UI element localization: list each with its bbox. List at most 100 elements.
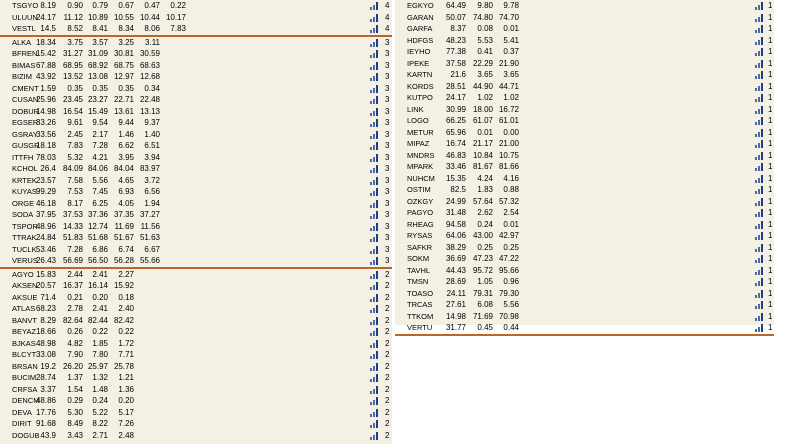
signal-bars-icon[interactable] (755, 255, 763, 263)
table-row[interactable]: GUSGR 18.18 7.83 7.28 6.62 6.51 3 (0, 140, 392, 152)
table-row[interactable]: MNDRS 46.83 10.84 10.75 1 (395, 150, 774, 162)
table-row[interactable]: BLCYT 33.08 7.90 7.80 7.71 2 (0, 349, 392, 361)
signal-bars-icon[interactable] (755, 140, 763, 148)
table-row[interactable]: LINK 30.99 18.00 16.72 1 (395, 104, 774, 116)
signal-bars-icon[interactable] (370, 38, 378, 47)
table-row[interactable]: LOGO 66.25 61.07 61.01 1 (395, 115, 774, 127)
signal-bars-icon[interactable] (755, 59, 763, 68)
table-row[interactable]: TRCAS 27.61 6.08 5.56 1 (395, 299, 774, 311)
signal-bars-icon[interactable] (370, 257, 378, 265)
signal-bars-icon[interactable] (370, 351, 378, 359)
table-row[interactable]: SOKM 36.69 47.23 47.22 1 (395, 253, 774, 265)
signal-bars-icon[interactable] (370, 50, 378, 58)
table-row[interactable]: RHEAG 94.58 0.24 0.01 1 (395, 219, 774, 231)
table-row[interactable]: ULUUN 24.17 11.12 10.89 10.55 10.44 10.17 4 (0, 12, 392, 24)
table-row[interactable]: AKSUE 71.4 0.21 0.20 0.18 2 (0, 292, 392, 304)
table-row[interactable]: DOGUB 43.9 3.43 2.71 2.48 2 (0, 430, 392, 442)
table-row[interactable]: ALKA 18.34 3.75 3.57 3.25 3.11 3 (0, 37, 392, 49)
table-row[interactable]: BEYAZ 18.66 0.26 0.22 0.22 2 (0, 326, 392, 338)
table-row[interactable]: AGYO 15.83 2.44 2.41 2.27 2 (0, 269, 392, 281)
signal-bars-icon[interactable] (370, 13, 378, 22)
signal-bars-icon[interactable] (370, 176, 378, 185)
signal-bars-icon[interactable] (370, 2, 378, 10)
table-row[interactable]: DIRIT 91.68 8.49 8.22 7.26 2 (0, 418, 392, 430)
table-row[interactable]: KARTN 21.6 3.65 3.65 1 (395, 69, 774, 81)
signal-bars-icon[interactable] (755, 36, 763, 45)
table-row[interactable]: BFREN 15.42 31.27 31.09 30.81 30.59 3 (0, 48, 392, 60)
signal-bars-icon[interactable] (755, 324, 763, 332)
signal-bars-icon[interactable] (755, 105, 763, 114)
table-row[interactable]: OSTIM 82.5 1.83 0.88 1 (395, 184, 774, 196)
signal-bars-icon[interactable] (755, 163, 763, 171)
signal-bars-icon[interactable] (370, 385, 378, 394)
signal-bars-icon[interactable] (370, 374, 378, 382)
table-row[interactable]: BIMAS 67.88 68.95 68.92 68.75 68.63 3 (0, 60, 392, 72)
table-row[interactable]: VERUS 26.43 56.69 56.50 56.28 55.66 3 (0, 255, 392, 269)
signal-bars-icon[interactable] (755, 71, 763, 79)
table-row[interactable]: TTRAK 24.84 51.83 51.68 51.67 51.63 3 (0, 232, 392, 244)
signal-bars-icon[interactable] (755, 25, 763, 33)
signal-bars-icon[interactable] (370, 328, 378, 336)
table-row[interactable]: TMSN 28.69 1.05 0.96 1 (395, 276, 774, 288)
signal-bars-icon[interactable] (370, 362, 378, 371)
signal-bars-icon[interactable] (755, 232, 763, 240)
table-row[interactable]: TSGYO 8.19 0.90 0.79 0.67 0.47 0.22 4 (0, 0, 392, 12)
table-row[interactable]: TAVHL 44.43 95.72 95.66 1 (395, 265, 774, 277)
table-row[interactable]: GARAN 50.07 74.80 74.70 1 (395, 12, 774, 24)
signal-bars-icon[interactable] (370, 245, 378, 254)
signal-bars-icon[interactable] (755, 82, 763, 91)
table-row[interactable]: TSPOR 48.96 14.33 12.74 11.69 11.56 3 (0, 221, 392, 233)
signal-bars-icon[interactable] (370, 153, 378, 162)
signal-bars-icon[interactable] (755, 243, 763, 252)
table-row[interactable]: VESTL 14.5 8.52 8.41 8.34 8.06 7.83 4 (0, 23, 392, 37)
signal-bars-icon[interactable] (755, 289, 763, 298)
signal-bars-icon[interactable] (755, 186, 763, 194)
signal-bars-icon[interactable] (755, 48, 763, 56)
table-row[interactable]: IEYHO 77.38 0.41 0.37 1 (395, 46, 774, 58)
table-row[interactable]: METUR 65.96 0.01 0.00 1 (395, 127, 774, 139)
signal-bars-icon[interactable] (370, 222, 378, 231)
table-row[interactable]: EGKYO 64.49 9.80 9.78 1 (395, 0, 774, 12)
table-row[interactable]: KRTEK 23.57 7.58 5.56 4.65 3.72 3 (0, 175, 392, 187)
table-row[interactable]: MPARK 33.46 81.67 81.66 1 (395, 161, 774, 173)
signal-bars-icon[interactable] (370, 431, 378, 440)
signal-bars-icon[interactable] (370, 84, 378, 93)
table-row[interactable]: BIZIM 43.92 13.52 13.08 12.97 12.68 3 (0, 71, 392, 83)
table-row[interactable]: KCHOL 26.4 84.09 84.06 84.04 83.97 3 (0, 163, 392, 175)
table-row[interactable]: SAFKR 38.29 0.25 0.25 1 (395, 242, 774, 254)
table-row[interactable]: MIPAZ 16.74 21.17 21.00 1 (395, 138, 774, 150)
signal-bars-icon[interactable] (370, 305, 378, 313)
signal-bars-icon[interactable] (370, 420, 378, 428)
signal-bars-icon[interactable] (370, 199, 378, 208)
table-row[interactable]: TUCLK 53.46 7.28 6.86 6.74 6.67 3 (0, 244, 392, 256)
signal-bars-icon[interactable] (370, 397, 378, 405)
table-row[interactable]: RYSAS 64.06 43.00 42.97 1 (395, 230, 774, 242)
table-row[interactable]: KUTPO 24.17 1.02 1.02 1 (395, 92, 774, 104)
table-row[interactable]: GARFA 8.37 0.08 0.01 1 (395, 23, 774, 35)
signal-bars-icon[interactable] (755, 174, 763, 183)
signal-bars-icon[interactable] (370, 293, 378, 302)
table-row[interactable]: BRSAN 19.2 26.20 25.97 25.78 2 (0, 361, 392, 373)
table-row[interactable]: AKSEN 20.57 16.37 16.14 15.92 2 (0, 280, 392, 292)
table-row[interactable]: TTKOM 14.98 71.69 70.98 1 (395, 311, 774, 323)
signal-bars-icon[interactable] (755, 301, 763, 309)
table-row[interactable]: GSRAY 33.56 2.45 2.17 1.46 1.40 3 (0, 129, 392, 141)
table-row[interactable]: NUHCM 15.35 4.24 4.16 1 (395, 173, 774, 185)
table-row[interactable]: CMENT 1.59 0.35 0.35 0.35 0.34 3 (0, 83, 392, 95)
signal-bars-icon[interactable] (370, 234, 378, 242)
table-row[interactable]: HDFGS 48.23 5.53 5.41 1 (395, 35, 774, 47)
signal-bars-icon[interactable] (370, 142, 378, 150)
table-row[interactable]: SODA 37.95 37.53 37.36 37.35 37.27 3 (0, 209, 392, 221)
signal-bars-icon[interactable] (370, 61, 378, 70)
table-row[interactable]: IPEKE 37.58 22.29 21.90 1 (395, 58, 774, 70)
signal-bars-icon[interactable] (370, 408, 378, 417)
signal-bars-icon[interactable] (370, 107, 378, 116)
table-row[interactable]: ORGE 46.18 8.17 6.25 4.05 1.94 3 (0, 198, 392, 210)
table-row[interactable]: BJKAS 48.98 4.82 1.85 1.72 2 (0, 338, 392, 350)
signal-bars-icon[interactable] (370, 339, 378, 348)
signal-bars-icon[interactable] (755, 13, 763, 22)
table-row[interactable]: DEVA 17.76 5.30 5.22 5.17 2 (0, 407, 392, 419)
signal-bars-icon[interactable] (755, 266, 763, 275)
signal-bars-icon[interactable] (755, 197, 763, 206)
table-row[interactable]: DENCM 48.86 0.29 0.24 0.20 2 (0, 395, 392, 407)
